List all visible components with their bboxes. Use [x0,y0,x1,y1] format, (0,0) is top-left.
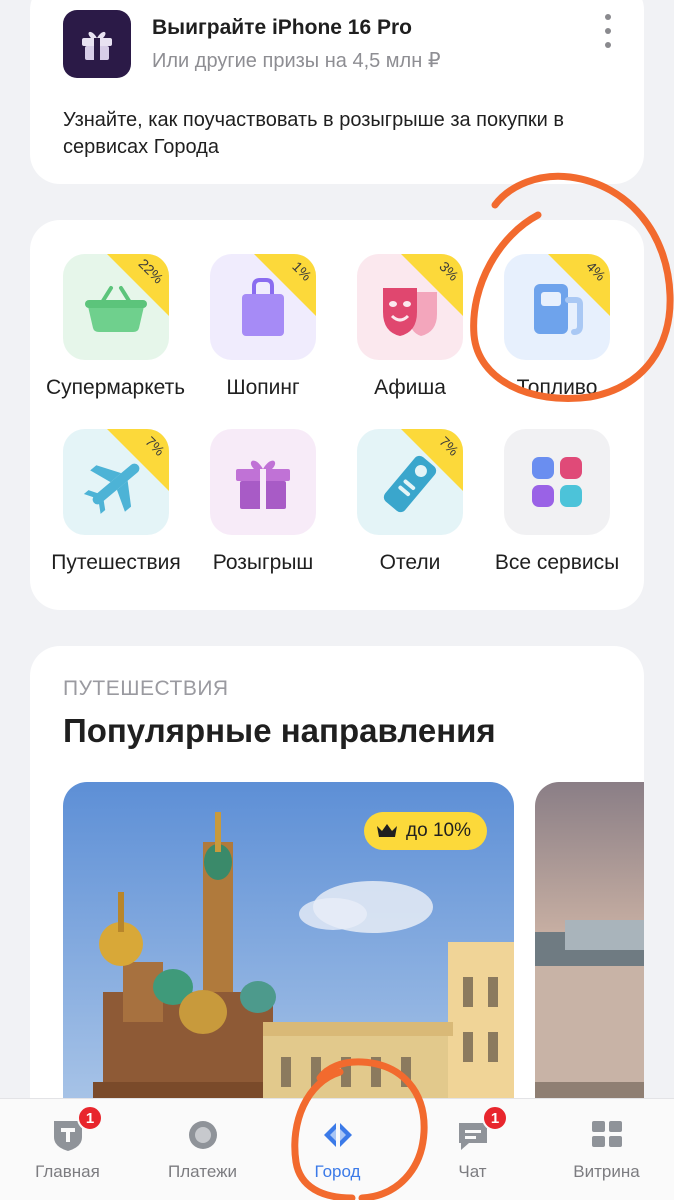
tab-chat[interactable]: 1 Чат [405,1099,540,1200]
more-vertical-icon[interactable] [602,14,614,48]
tab-label: Чат [458,1162,487,1181]
service-tile: 4% [504,254,610,360]
service-tile: 1% [210,254,316,360]
bottom-navigation: 1 Главная Платежи Город 1 Чат Витрина [0,1098,674,1200]
promo-subtitle: Или другие призы на 4,5 млн ₽ [152,50,441,72]
service-tile: 7% [63,429,169,535]
services-grid: 22% Супермаркеты 1% Шопинг 3% Афиша 4% Т… [30,220,644,610]
service-tile: 7% [357,429,463,535]
promo-logo [63,10,131,78]
notification-badge: 1 [77,1105,103,1131]
gift-icon [236,460,290,509]
service-tile: 22% [63,254,169,360]
tab-label: Город [314,1162,361,1181]
tab-payments[interactable]: Платежи [135,1099,270,1200]
city-diamond-icon [323,1121,352,1149]
service-label: Супермаркеты [46,376,186,399]
notification-badge: 1 [482,1105,508,1131]
promo-description: Узнайте, как поучаствовать в розыгрыше з… [63,109,565,158]
service-tile: 3% [357,254,463,360]
promo-card[interactable]: Выиграйте iPhone 16 Pro Или другие призы… [30,0,644,184]
service-label: Все сервисы [494,551,620,574]
section-title: Популярные направления [63,712,496,749]
travel-section: ПУТЕШЕСТВИЯ Популярные направления до 10… [30,646,644,1166]
discount-badge: до 10% [364,812,487,850]
gift-icon [82,31,112,60]
service-label: Отели [379,551,441,574]
service-label: Топливо [516,376,598,399]
service-label: Путешествия [51,551,181,574]
service-tile [504,429,610,535]
showcase-grid-icon [591,1121,622,1147]
discount-label: до 10% [406,820,471,841]
tab-showcase[interactable]: Витрина [539,1099,674,1200]
tab-label: Платежи [168,1162,237,1181]
section-kicker: ПУТЕШЕСТВИЯ [63,677,229,700]
tab-city[interactable]: Город [270,1099,405,1200]
service-label: Шопинг [226,376,300,399]
tab-label: Главная [35,1162,100,1181]
all-services-grid-icon [532,457,582,507]
tab-label: Витрина [573,1162,640,1181]
service-label: Афиша [374,376,446,399]
service-tile [210,429,316,535]
tab-home[interactable]: 1 Главная [0,1099,135,1200]
promo-title: Выиграйте iPhone 16 Pro [152,16,413,39]
payments-circle-icon [188,1121,217,1149]
service-label: Розыгрыш [212,551,314,574]
crown-icon [377,824,398,837]
